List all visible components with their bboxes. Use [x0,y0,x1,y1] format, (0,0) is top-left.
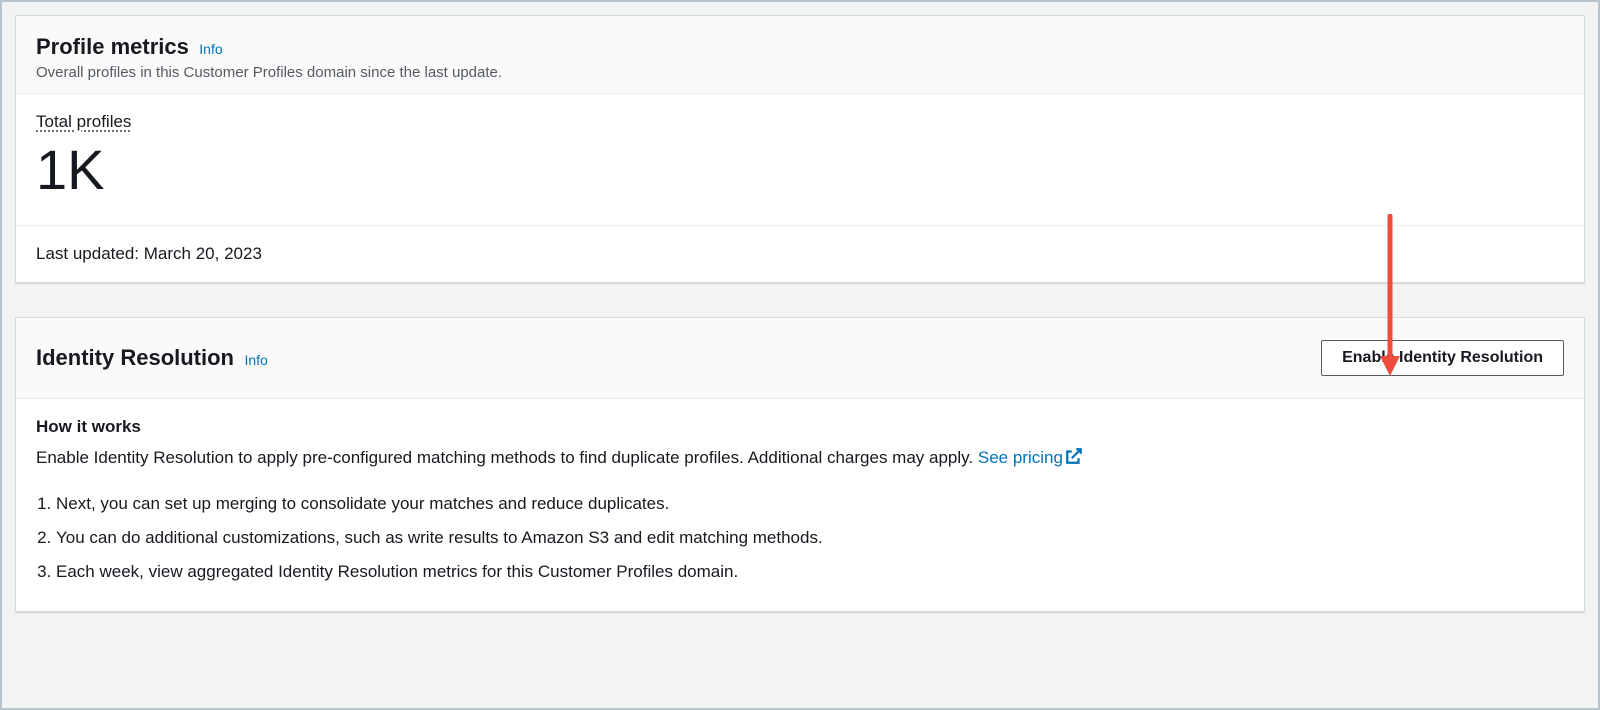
profile-metrics-title: Profile metrics [36,34,189,59]
identity-resolution-panel: Identity Resolution Info Enable Identity… [15,317,1585,612]
identity-resolution-title: Identity Resolution [36,345,234,370]
profile-metrics-body: Total profiles 1K [16,94,1584,225]
profile-metrics-info-link[interactable]: Info [199,41,222,57]
external-link-icon [1065,447,1083,473]
total-profiles-value: 1K [36,136,1564,203]
how-it-works-title: How it works [36,417,1564,437]
how-it-works-text: Enable Identity Resolution to apply pre-… [36,448,978,467]
profile-metrics-subtitle: Overall profiles in this Customer Profil… [36,64,1564,81]
see-pricing-link[interactable]: See pricing [978,448,1083,467]
identity-resolution-body: How it works Enable Identity Resolution … [16,399,1584,611]
enable-identity-resolution-button[interactable]: Enable Identity Resolution [1321,340,1564,376]
how-it-works-steps: Next, you can set up merging to consolid… [56,487,1564,589]
list-item: Each week, view aggregated Identity Reso… [56,555,1564,589]
profile-metrics-footer: Last updated: March 20, 2023 [16,225,1584,282]
identity-resolution-header: Identity Resolution Info Enable Identity… [16,318,1584,399]
total-profiles-label: Total profiles [36,112,1564,132]
identity-resolution-info-link[interactable]: Info [244,352,267,368]
how-it-works-description: Enable Identity Resolution to apply pre-… [36,445,1564,473]
last-updated-value: March 20, 2023 [144,244,262,263]
list-item: Next, you can set up merging to consolid… [56,487,1564,521]
profile-metrics-header: Profile metrics Info Overall profiles in… [16,16,1584,94]
last-updated-label: Last updated: [36,244,144,263]
see-pricing-label: See pricing [978,448,1063,467]
profile-metrics-panel: Profile metrics Info Overall profiles in… [15,15,1585,283]
list-item: You can do additional customizations, su… [56,521,1564,555]
